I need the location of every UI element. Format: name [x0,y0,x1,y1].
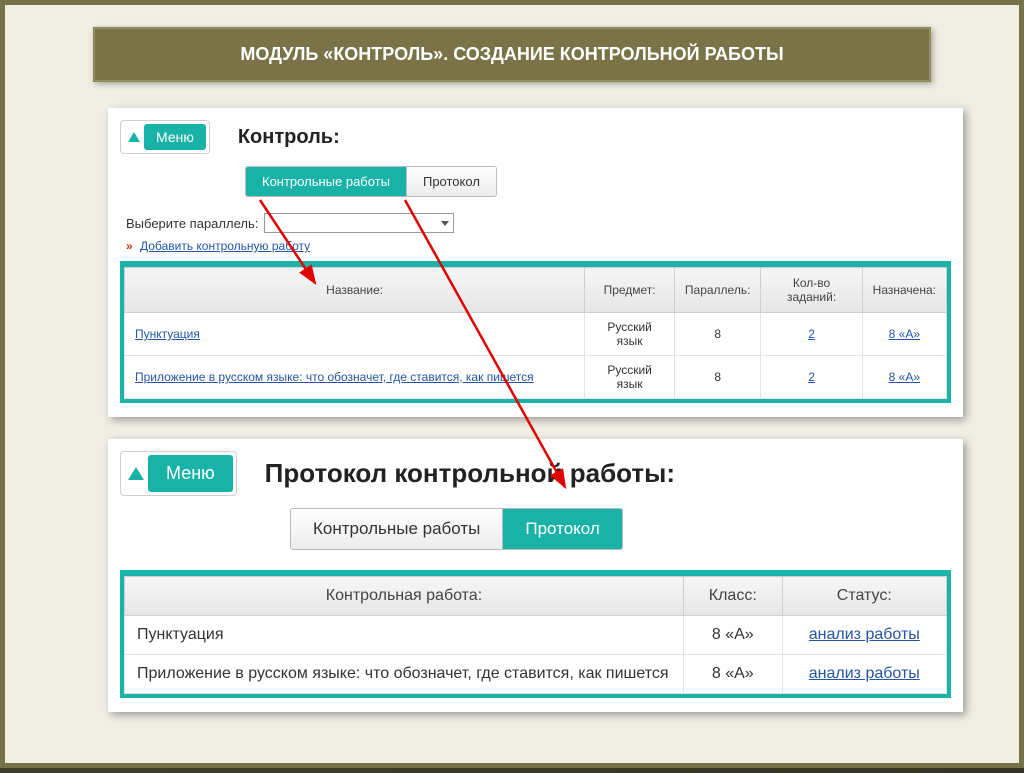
panel-protocol: Меню Протокол контрольной работы: Контро… [108,439,963,712]
tasks-link[interactable]: 2 [808,327,815,341]
test-name-link[interactable]: Пунктуация [135,327,200,341]
panel2-header-row: Меню Протокол контрольной работы: [120,451,951,496]
cell-parallel: 8 [674,313,761,356]
assigned-link[interactable]: 8 «А» [889,370,920,384]
col-name: Название: [125,268,585,313]
chevron-down-icon [441,221,449,226]
status-link[interactable]: анализ работы [809,626,920,643]
table-header-row: Контрольная работа: Класс: Статус: [125,577,947,616]
table-row: Пунктуация Русский язык 8 2 8 «А» [125,313,947,356]
col-subject: Предмет: [585,268,675,313]
assigned-link[interactable]: 8 «А» [889,327,920,341]
cell-work: Пунктуация [125,616,684,655]
col-class: Класс: [683,577,782,616]
panel2-tabs: Контрольные работы Протокол [290,508,623,550]
panel2-table-frame: Контрольная работа: Класс: Статус: Пункт… [120,570,951,698]
tab-protocol[interactable]: Протокол [503,509,621,549]
add-test-link[interactable]: Добавить контрольную работу [140,239,310,253]
cell-class: 8 «А» [683,655,782,694]
table-row: Пунктуация 8 «А» анализ работы [125,616,947,655]
panel1-tabs: Контрольные работы Протокол [245,166,497,197]
slide-title: МОДУЛЬ «КОНТРОЛЬ». СОЗДАНИЕ КОНТРОЛЬНОЙ … [93,27,931,82]
tab-tests[interactable]: Контрольные работы [291,509,503,549]
table-row: Приложение в русском языке: что обозначе… [125,655,947,694]
panel1-heading: Контроль: [238,126,340,149]
test-name-link[interactable]: Приложение в русском языке: что обозначе… [135,370,534,384]
panel1-table-frame: Название: Предмет: Параллель: Кол-во зад… [120,261,951,403]
raquo-icon: » [126,239,133,253]
col-work: Контрольная работа: [125,577,684,616]
col-parallel: Параллель: [674,268,761,313]
panel1-header-row: Меню Контроль: [120,120,951,154]
cell-subject: Русский язык [585,356,675,399]
cell-class: 8 «А» [683,616,782,655]
slide-title-text: МОДУЛЬ «КОНТРОЛЬ». СОЗДАНИЕ КОНТРОЛЬНОЙ … [240,44,783,65]
add-test-link-row: » Добавить контрольную работу [126,239,951,253]
tab-tests[interactable]: Контрольные работы [246,167,407,196]
parallel-select[interactable] [264,213,454,233]
menu-button[interactable]: Меню [120,120,210,154]
cell-work: Приложение в русском языке: что обозначе… [125,655,684,694]
tests-table: Название: Предмет: Параллель: Кол-во зад… [124,267,947,399]
status-link[interactable]: анализ работы [809,665,920,682]
menu-button-label: Меню [144,124,206,150]
slide: МОДУЛЬ «КОНТРОЛЬ». СОЗДАНИЕ КОНТРОЛЬНОЙ … [0,0,1024,768]
tasks-link[interactable]: 2 [808,370,815,384]
table-header-row: Название: Предмет: Параллель: Кол-во зад… [125,268,947,313]
col-tasks: Кол-во заданий: [761,268,862,313]
menu-button[interactable]: Меню [120,451,237,496]
panel2-heading: Протокол контрольной работы: [265,458,675,489]
col-assigned: Назначена: [862,268,946,313]
col-status: Статус: [782,577,946,616]
cell-parallel: 8 [674,356,761,399]
menu-button-label: Меню [148,455,233,492]
arrow-up-icon [128,132,140,142]
protocol-table: Контрольная работа: Класс: Статус: Пункт… [124,576,947,694]
arrow-up-icon [128,467,144,480]
tab-protocol[interactable]: Протокол [407,167,496,196]
parallel-select-row: Выберите параллель: [126,213,951,233]
panel-control: Меню Контроль: Контрольные работы Проток… [108,108,963,417]
parallel-select-label: Выберите параллель: [126,216,258,231]
cell-subject: Русский язык [585,313,675,356]
table-row: Приложение в русском языке: что обозначе… [125,356,947,399]
